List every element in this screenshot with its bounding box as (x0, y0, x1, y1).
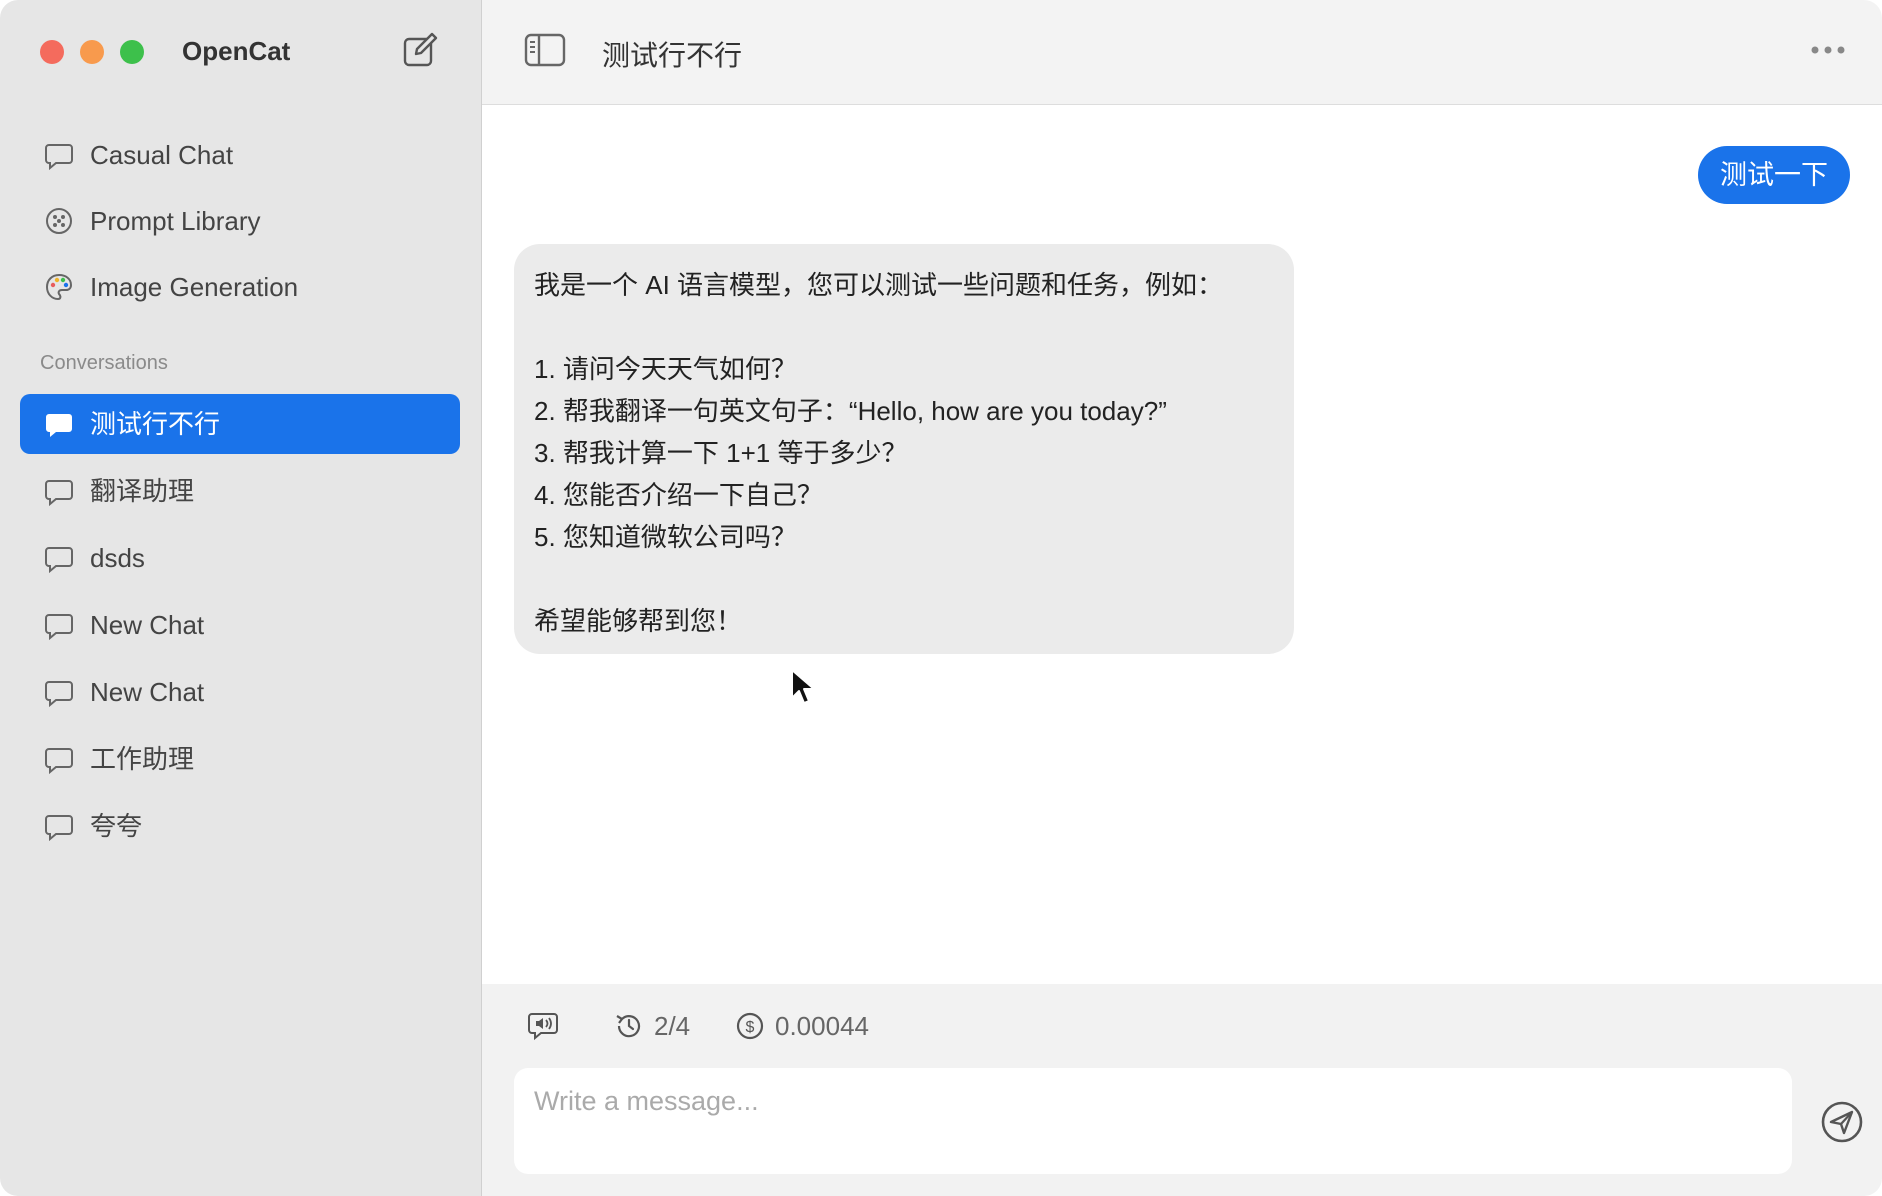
chat-header: 测试行不行 (482, 0, 1882, 105)
message-line: 2. 帮我翻译一句英文句子：“Hello, how are you today?… (534, 396, 1167, 426)
message-line (534, 306, 1274, 348)
conversation-title: 测试行不行 (602, 40, 743, 71)
conversation-label: New Chat (90, 610, 205, 640)
dollar-coin-icon: $ (736, 1012, 764, 1040)
send-icon[interactable] (1820, 1100, 1864, 1144)
sidebar: OpenCat Casual Chat Prompt Library Image… (0, 0, 482, 1196)
svg-text:$: $ (746, 1019, 755, 1036)
conversation-label: 翻译助理 (90, 476, 195, 506)
message-input[interactable] (514, 1068, 1792, 1174)
nav-prompt-library[interactable]: Prompt Library (20, 191, 460, 251)
conversation-item[interactable]: New Chat (20, 662, 460, 722)
conversation-label: 工作助理 (90, 744, 195, 774)
conversation-item[interactable]: 测试行不行 (20, 394, 460, 454)
conversation-item[interactable]: 翻译助理 (20, 461, 460, 521)
history-clock-icon (616, 1015, 641, 1038)
conversation-item[interactable]: New Chat (20, 595, 460, 655)
chat-bubble-icon (45, 547, 73, 573)
conversation-label: New Chat (90, 677, 205, 707)
assistant-message-bubble: 我是一个 AI 语言模型，您可以测试一些问题和任务，例如： 1. 请问今天天气如… (514, 244, 1294, 654)
more-options-icon[interactable] (1810, 40, 1846, 60)
conversation-label: 测试行不行 (90, 409, 221, 439)
cost-value: 0.00044 (775, 1010, 869, 1041)
chat-bubble-icon (45, 614, 73, 640)
chat-bubble-icon (46, 414, 72, 437)
nav-label: Image Generation (90, 272, 299, 302)
message-line: 5. 您知道微软公司吗？ (534, 522, 797, 552)
message-line (534, 558, 1274, 600)
chat-bubble-icon (45, 748, 73, 774)
conversations-section-label: Conversations (40, 352, 168, 374)
chat-bubble-icon (45, 480, 73, 506)
message-line: 希望能够帮到您！ (534, 606, 743, 636)
app-window: OpenCat Casual Chat Prompt Library Image… (0, 0, 1882, 1196)
conversation-item[interactable]: dsds (20, 528, 460, 588)
message-line: 我是一个 AI 语言模型，您可以测试一些问题和任务，例如： (534, 270, 1224, 300)
conversation-item[interactable]: 工作助理 (20, 729, 460, 789)
conversation-label: dsds (90, 543, 145, 573)
prompt-library-icon (46, 208, 72, 234)
nav-image-generation[interactable]: Image Generation (20, 257, 460, 317)
minimize-window-button[interactable] (80, 40, 104, 64)
zoom-window-button[interactable] (120, 40, 144, 64)
speech-button[interactable] (528, 1010, 558, 1042)
nav-label: Casual Chat (90, 140, 234, 170)
chat-bubble-icon (45, 681, 73, 707)
speaker-bubble-icon (528, 1013, 558, 1041)
chat-bubble-icon (45, 144, 73, 170)
nav-casual-chat[interactable]: Casual Chat (20, 125, 460, 185)
chat-main: 测试行不行 测试一下 我是一个 AI 语言模型，您可以测试一些问题和任务，例如：… (482, 0, 1882, 1196)
message-line: 4. 您能否介绍一下自己？ (534, 480, 823, 510)
new-chat-compose-icon[interactable] (402, 32, 438, 68)
app-title: OpenCat (182, 36, 291, 66)
conversation-item[interactable]: 夸夸 (20, 796, 460, 856)
sidebar-toggle-icon[interactable] (524, 32, 566, 68)
cost-indicator: $ 0.00044 (735, 1010, 869, 1042)
history-count: 2/4 (654, 1010, 691, 1041)
mouse-cursor-icon (791, 669, 815, 704)
conversation-label: 夸夸 (90, 811, 143, 841)
chat-bubble-icon (45, 815, 73, 841)
message-line: 3. 帮我计算一下 1+1 等于多少？ (534, 438, 908, 468)
user-message-bubble: 测试一下 (1698, 146, 1850, 204)
nav-label: Prompt Library (90, 206, 261, 236)
close-window-button[interactable] (40, 40, 64, 64)
palette-icon (45, 273, 73, 301)
message-line: 1. 请问今天天气如何？ (534, 354, 797, 384)
history-indicator[interactable]: 2/4 (614, 1010, 690, 1042)
